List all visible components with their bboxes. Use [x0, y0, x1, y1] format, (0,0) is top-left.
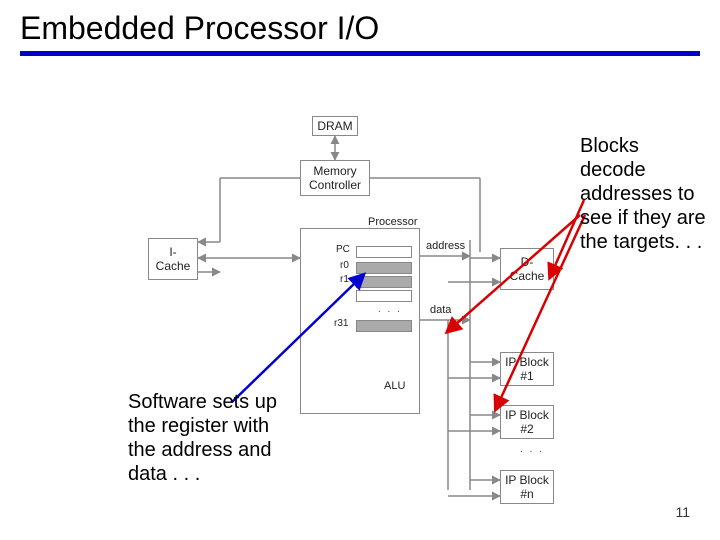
- annotation-right: Blocks decode addresses to see if they a…: [580, 134, 710, 254]
- diagram-stage: DRAM Memory Controller I-Cache Processor…: [0, 0, 720, 540]
- callout-arrows: [0, 0, 720, 540]
- annotation-left: Software sets up the register with the a…: [128, 390, 278, 486]
- page-number: 11: [675, 504, 690, 520]
